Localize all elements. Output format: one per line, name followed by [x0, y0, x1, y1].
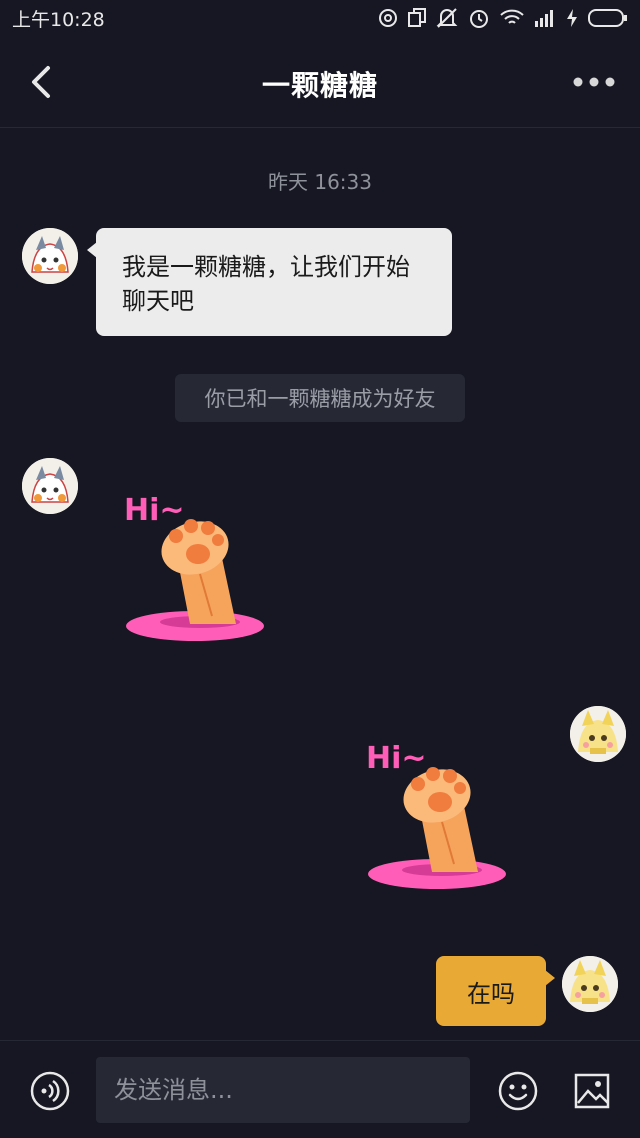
outgoing-sticker[interactable]: Hi~	[362, 732, 512, 892]
outgoing-message-text: 在吗	[467, 979, 515, 1008]
avatar-image	[562, 956, 618, 1012]
signal-icon	[535, 10, 553, 27]
avatar-image	[570, 706, 626, 762]
alarm-icon	[470, 10, 488, 28]
contact-avatar[interactable]	[22, 228, 78, 284]
image-icon[interactable]	[574, 1071, 610, 1111]
contact-avatar[interactable]	[22, 458, 78, 514]
incoming-sticker[interactable]: Hi~	[120, 484, 270, 644]
more-dots-icon[interactable]	[572, 70, 616, 94]
chat-title: 一颗糖糖	[261, 69, 378, 102]
emoji-icon[interactable]	[498, 1071, 538, 1111]
message-timestamp: 昨天 16:33	[268, 170, 372, 194]
friend-added-notice: 你已和一颗糖糖成为好友	[175, 374, 465, 422]
hotspot-icon	[379, 9, 397, 27]
friend-added-text: 你已和一颗糖糖成为好友	[204, 387, 436, 411]
status-time: 上午10:28	[12, 8, 105, 31]
status-bar: 上午10:28	[0, 0, 640, 36]
avatar-image	[22, 228, 78, 284]
status-icons	[378, 7, 628, 29]
my-avatar[interactable]	[570, 706, 626, 762]
message-input[interactable]	[96, 1057, 470, 1123]
copy-icon	[408, 8, 426, 27]
mute-icon	[436, 8, 458, 28]
charging-icon	[567, 9, 577, 27]
sticker-text: Hi~	[366, 741, 427, 776]
chat-header: 一颗糖糖	[0, 36, 640, 128]
avatar-image	[22, 458, 78, 514]
incoming-message-text: 我是一颗糖糖，让我们开始聊天吧	[122, 253, 410, 315]
battery-icon	[588, 9, 627, 27]
my-avatar[interactable]	[562, 956, 618, 1012]
sticker-text: Hi~	[124, 493, 185, 528]
wifi-icon	[500, 9, 524, 24]
outgoing-message-bubble[interactable]: 在吗	[436, 956, 555, 1026]
incoming-message-bubble[interactable]: 我是一颗糖糖，让我们开始聊天吧	[87, 228, 452, 336]
voice-icon[interactable]	[30, 1071, 70, 1111]
message-input-bar	[0, 1040, 640, 1138]
